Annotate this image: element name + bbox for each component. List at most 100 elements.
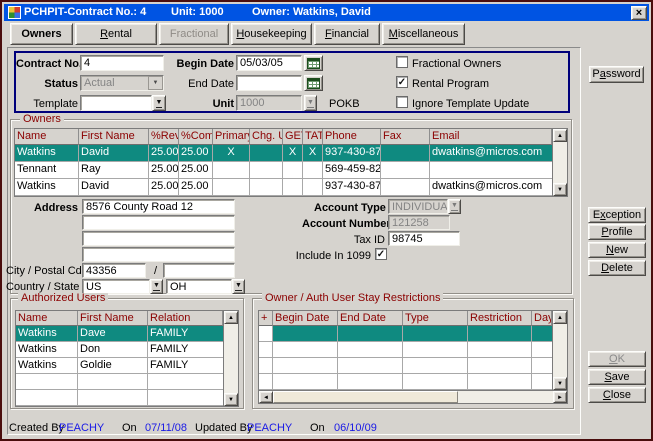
tab-owners[interactable]: Owners xyxy=(10,23,73,45)
cell xyxy=(148,390,223,406)
begin-date-calendar-button[interactable] xyxy=(304,55,323,71)
owners-table: Name First Name %Rev. %Comm Primary Chg.… xyxy=(14,128,568,197)
save-button[interactable]: Save xyxy=(588,369,646,385)
dropdown-list-icon: ▼ xyxy=(307,99,314,108)
cell: 937-430-8741 xyxy=(323,179,381,196)
contract-no-field[interactable]: 4 xyxy=(80,55,164,71)
city-field[interactable]: 43356 xyxy=(82,263,146,278)
cell xyxy=(468,326,532,342)
rental-program-checkbox[interactable]: ✓ xyxy=(396,76,408,88)
password-button[interactable]: Password xyxy=(589,66,644,83)
column-header: %Rev. xyxy=(149,129,179,145)
scrollbar-thumb[interactable] xyxy=(273,391,458,403)
address-line4-field[interactable] xyxy=(82,247,235,262)
column-header: Email xyxy=(430,129,552,145)
fractional-owners-checkbox[interactable] xyxy=(396,56,408,68)
cell xyxy=(250,179,283,196)
table-row-selected[interactable]: Watkins Dave FAMILY xyxy=(16,326,223,342)
table-row[interactable]: Watkins Goldie FAMILY xyxy=(16,358,223,374)
table-row[interactable]: Watkins David 25.00 25.00 937-430-8741 d… xyxy=(15,179,552,196)
country-lov-button[interactable]: ▼ xyxy=(150,279,163,294)
address-line3-field[interactable] xyxy=(82,231,235,246)
table-row[interactable] xyxy=(259,374,552,390)
cell xyxy=(283,179,303,196)
table-row[interactable]: Tennant Ray 25.00 25.00 569-459-8213 xyxy=(15,162,552,179)
scroll-down-icon[interactable]: ▼ xyxy=(224,393,238,406)
tab-rental[interactable]: Rental xyxy=(75,23,157,45)
unit-label: Unit xyxy=(164,98,234,111)
close-button[interactable]: Close xyxy=(588,387,646,403)
state-field[interactable]: OH xyxy=(166,279,232,294)
city-postal-separator: / xyxy=(154,265,157,278)
scroll-down-icon[interactable]: ▼ xyxy=(553,377,567,390)
cell xyxy=(148,374,223,390)
table-row[interactable]: Watkins Don FAMILY xyxy=(16,342,223,358)
scroll-left-icon[interactable]: ◄ xyxy=(259,391,273,403)
cell xyxy=(213,179,250,196)
tab-housekeeping[interactable]: Housekeeping xyxy=(231,23,312,45)
tax-id-field[interactable]: 98745 xyxy=(388,231,460,246)
cell xyxy=(532,374,552,390)
cell: Watkins xyxy=(16,358,78,374)
profile-button[interactable]: Profile xyxy=(588,224,646,240)
end-date-field[interactable] xyxy=(236,75,302,91)
table-row-selected[interactable] xyxy=(259,326,552,342)
cell: Ray xyxy=(79,162,149,179)
address-line2-field[interactable] xyxy=(82,215,235,230)
ignore-template-update-label: Ignore Template Update xyxy=(412,98,529,111)
cell: Tennant xyxy=(15,162,79,179)
scrollbar-track[interactable] xyxy=(458,391,553,403)
city-postal-label: City / Postal Cd. xyxy=(6,265,78,278)
close-icon[interactable]: × xyxy=(631,6,647,20)
cell: 25.00 xyxy=(149,145,179,162)
template-field[interactable] xyxy=(80,95,152,111)
cell: 25.00 xyxy=(179,162,213,179)
cell xyxy=(403,374,468,390)
table-row[interactable] xyxy=(259,342,552,358)
begin-date-field[interactable]: 05/03/05 xyxy=(236,55,302,71)
scroll-up-icon[interactable]: ▲ xyxy=(224,311,238,324)
table-row-selected[interactable]: Watkins David 25.00 25.00 X X X 937-430-… xyxy=(15,145,552,162)
unit-lov-button: ▼ xyxy=(304,95,317,111)
cell xyxy=(403,342,468,358)
column-header: Days xyxy=(532,311,552,326)
new-button[interactable]: New xyxy=(588,242,646,258)
cell xyxy=(16,390,78,406)
table-row[interactable] xyxy=(259,358,552,374)
state-lov-button[interactable]: ▼ xyxy=(232,279,245,294)
status-label: Status xyxy=(16,78,78,91)
scroll-up-icon[interactable]: ▲ xyxy=(553,311,567,324)
vertical-scrollbar[interactable]: ▲ ▼ xyxy=(552,311,567,390)
tab-miscellaneous[interactable]: Miscellaneous xyxy=(382,23,465,45)
end-date-calendar-button[interactable] xyxy=(304,75,323,91)
horizontal-scrollbar[interactable]: ◄ ► xyxy=(259,390,567,403)
delete-button[interactable]: Delete xyxy=(588,260,646,276)
vertical-scrollbar[interactable]: ▲ ▼ xyxy=(552,129,567,196)
created-by-label: Created By xyxy=(9,422,64,435)
end-date-label: End Date xyxy=(164,78,234,91)
scroll-right-icon[interactable]: ► xyxy=(553,391,567,403)
account-type-lov-button: ▼ xyxy=(448,199,461,214)
postal-code-field[interactable] xyxy=(163,263,235,278)
dropdown-list-icon: ▼ xyxy=(451,202,458,211)
contract-no-label: Contract No. xyxy=(16,58,78,71)
vertical-scrollbar[interactable]: ▲ ▼ xyxy=(223,311,238,406)
application-window: PCHPIT-Contract No.: 4 Unit: 1000 Owner:… xyxy=(0,0,653,441)
include-1099-checkbox[interactable]: ✓ xyxy=(375,248,387,260)
cell xyxy=(338,326,403,342)
cell xyxy=(532,358,552,374)
cell: 25.00 xyxy=(179,145,213,162)
cell xyxy=(259,326,273,342)
column-header: Phone xyxy=(323,129,381,145)
ignore-template-update-checkbox[interactable] xyxy=(396,96,408,108)
cell xyxy=(338,342,403,358)
column-header: Fax xyxy=(381,129,430,145)
exception-button[interactable]: Exception xyxy=(588,207,646,223)
table-row[interactable] xyxy=(16,374,223,390)
scroll-up-icon[interactable]: ▲ xyxy=(553,129,567,142)
scroll-down-icon[interactable]: ▼ xyxy=(553,183,567,196)
table-row[interactable] xyxy=(16,390,223,406)
column-header: Begin Date xyxy=(273,311,338,326)
tab-financial[interactable]: Financial xyxy=(314,23,380,45)
address-line1-field[interactable]: 8576 County Road 12 xyxy=(82,199,235,214)
